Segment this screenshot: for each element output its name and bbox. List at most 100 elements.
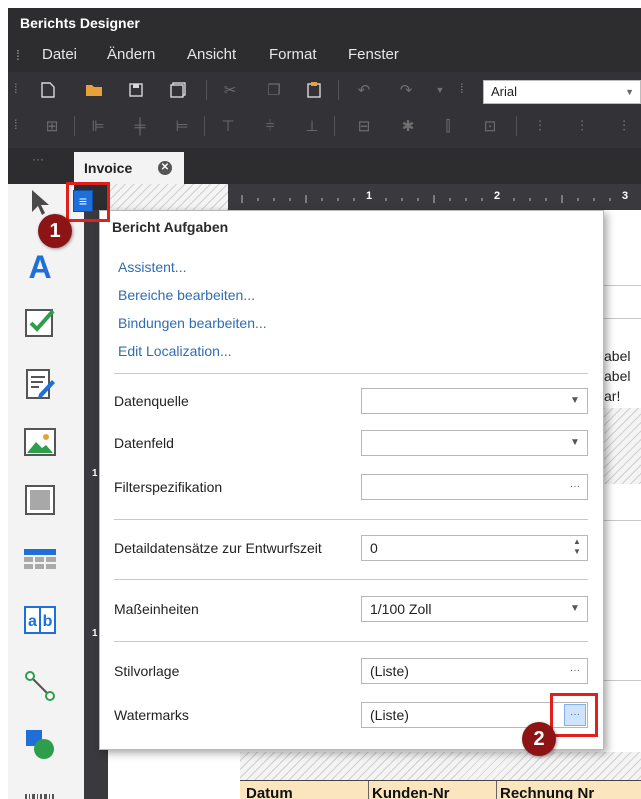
panel-divider [114,373,588,374]
textbox-tool-icon[interactable]: ab [22,602,58,638]
new-document-icon[interactable] [36,78,60,102]
link-bereiche-bearbeiten[interactable]: Bereiche bearbeiten... [118,287,255,303]
richtext-tool-icon[interactable] [22,366,58,402]
line-tool-icon[interactable] [22,668,58,704]
table-tool-icon[interactable] [22,542,58,578]
ruler-number: 3 [622,190,629,202]
datenfeld-label: Datenfeld [114,435,174,451]
callout-badge-1: 1 [38,214,72,248]
increase-spacing-icon[interactable]: ⫶ [570,114,594,138]
menu-fenster[interactable]: Fenster [348,46,399,63]
align-to-grid-icon[interactable]: ⊞ [40,114,64,138]
menu-bar: ⁞ Datei Ändern Ansicht Format Fenster [8,38,641,72]
layout-toolbar: ⁞ ⊞ ⊫ ╪ ⊨ ⊤ ⫩ ⊥ ⊟ ✱ ⫿ ⊡ ⫶ ⫶ ⫶ [8,108,641,148]
tab-invoice[interactable]: Invoice ✕ [74,152,184,184]
align-top-icon[interactable]: ⊤ [216,114,240,138]
background-text: abel [604,368,631,384]
column-separator [496,781,497,799]
save-all-icon[interactable] [166,78,190,102]
redo-dropdown-icon[interactable]: ▼ [428,78,452,102]
toolbar-separator [74,116,75,136]
same-width-icon[interactable]: ⊟ [352,114,376,138]
datenquelle-label: Datenquelle [114,393,189,409]
ellipsis-icon[interactable]: ··· [564,660,586,682]
ruler-number: 1 [92,468,98,479]
horizontal-spacing-icon[interactable]: ⫶ [528,114,552,138]
checkbox-tool-icon[interactable] [22,304,58,340]
datenfeld-select[interactable]: ▼ [361,430,588,456]
filterspezifikation-field[interactable]: ··· [361,474,588,500]
font-family-select[interactable]: Arial ▼ [483,80,641,104]
ruler-number: 1 [92,628,98,639]
toolbar-separator [204,116,205,136]
ruler-number: 1 [366,190,373,202]
menu-grip-icon: ⁞ [16,47,20,63]
link-bindungen-bearbeiten[interactable]: Bindungen bearbeiten... [118,315,267,331]
masseinheiten-label: Maßeinheiten [114,601,199,617]
band-line [604,520,641,521]
panel-divider [114,519,588,520]
stilvorlage-label: Stilvorlage [114,663,180,679]
copy-icon[interactable]: ❐ [262,78,286,102]
menu-format[interactable]: Format [269,46,317,63]
toolbar-grip-icon: ⁞ [14,81,18,96]
ellipsis-icon[interactable]: ··· [564,476,586,498]
align-center-icon[interactable]: ╪ [128,114,152,138]
invoice-table-header[interactable]: Datum Kunden-Nr Rechnung Nr [240,780,641,799]
toolbar-separator [338,80,339,100]
band-line [604,318,641,319]
band-line [604,285,641,286]
close-icon[interactable]: ✕ [158,161,172,175]
tab-invoice-label: Invoice [84,160,133,176]
panel-divider [114,579,588,580]
decrease-spacing-icon[interactable]: ⫶ [612,114,636,138]
picture-tool-icon[interactable] [22,424,58,460]
barcode-tool-icon[interactable] [22,780,58,799]
same-height-icon[interactable]: ⫿ [436,114,460,138]
link-assistent[interactable]: Assistent... [118,259,186,275]
align-right-icon[interactable]: ⊨ [170,114,194,138]
open-folder-icon[interactable] [82,78,106,102]
menu-datei[interactable]: Datei [42,46,77,63]
paste-icon[interactable] [302,78,326,102]
save-icon[interactable] [124,78,148,102]
chevron-down-icon: ▼ [625,87,634,97]
background-text: abel [604,348,631,364]
size-to-grid-icon[interactable]: ⊡ [478,114,502,138]
align-bottom-icon[interactable]: ⊥ [300,114,324,138]
table-header-datum: Datum [246,785,293,799]
cut-icon[interactable]: ✂ [218,78,242,102]
detaildatensaetze-value: 0 [370,540,378,556]
spin-arrows-icon[interactable]: ▲ ▼ [571,537,583,559]
font-family-value: Arial [491,84,518,99]
shape-tool-icon[interactable] [22,482,58,518]
watermarks-value: (Liste) [370,707,409,723]
toolbox: A ab [8,184,74,799]
more-icon[interactable]: ··· [32,152,44,166]
report-designer-window: Berichts Designer ⁞ Datei Ändern Ansicht… [0,0,641,799]
same-size-icon[interactable]: ✱ [396,114,420,138]
stilvorlage-field[interactable]: (Liste) ··· [361,658,588,684]
stilvorlage-value: (Liste) [370,663,409,679]
redo-icon[interactable]: ↷ [394,78,418,102]
datenquelle-select[interactable]: ▼ [361,388,588,414]
background-text: ar! [604,388,621,404]
ruler-number: 2 [494,190,501,202]
menu-aendern[interactable]: Ändern [107,46,155,63]
masseinheiten-select[interactable]: 1/100 Zoll ▼ [361,596,588,622]
menu-ansicht[interactable]: Ansicht [187,46,236,63]
link-edit-localization[interactable]: Edit Localization... [118,343,232,359]
callout-highlight-1 [66,182,110,222]
panel-title: Bericht Aufgaben [112,219,229,235]
align-left-icon[interactable]: ⊫ [86,114,110,138]
band-line [604,680,641,681]
detaildatensaetze-stepper[interactable]: 0 ▲ ▼ [361,535,588,561]
detaildatensaetze-label: Detaildatensätze zur Entwurfszeit [114,540,322,556]
undo-icon[interactable]: ↶ [352,78,376,102]
align-middle-icon[interactable]: ⫩ [258,114,282,138]
hatched-band [604,408,641,484]
shapes-tool-icon[interactable] [22,726,58,762]
svg-text:a: a [28,613,37,630]
filterspezifikation-label: Filterspezifikation [114,479,223,495]
label-tool-icon[interactable]: A [22,248,58,284]
